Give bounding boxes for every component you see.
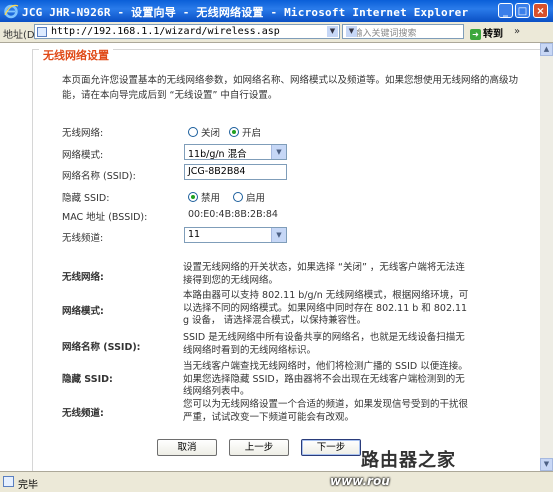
prev-step-button[interactable]: 上一步 — [229, 439, 289, 456]
page-content: 无线网络设置 本页面允许您设置基本的无线网络参数，如网络名称、网络模式以及频道等… — [0, 43, 540, 471]
minimize-button[interactable]: _ — [498, 3, 513, 18]
channel-value: 11 — [188, 229, 201, 240]
help-text-wireless: 设置无线网络的开关状态，如果选择 “关闭” ，无线客户端将无法连接得到您的无线网… — [183, 262, 465, 286]
address-input[interactable]: http://192.168.1.1/wizard/wireless.asp ▼ — [34, 24, 340, 39]
wireless-off-radio[interactable] — [188, 127, 198, 137]
help-label-hide-ssid: 隐藏 SSID: — [62, 374, 113, 385]
panel-title: 无线网络设置 — [39, 47, 113, 63]
watermark-cn: 路由器之家 — [361, 450, 456, 471]
help-text-ssid: SSID 是无线网络中所有设备共享的网络名，也就是无线设备扫描无线网络时看到的无… — [183, 332, 465, 356]
status-bar: 完毕 www.rou — [0, 471, 553, 492]
ie-logo-icon — [4, 4, 19, 19]
mac-label: MAC 地址 (BSSID): — [62, 212, 148, 223]
wireless-on-radio[interactable] — [229, 127, 239, 137]
scroll-up-icon[interactable]: ▲ — [540, 43, 553, 56]
page-icon — [37, 27, 47, 37]
wireless-on-label: 开启 — [242, 128, 262, 139]
channel-select[interactable]: 11 ▼ — [184, 227, 287, 243]
address-dropdown-icon[interactable]: ▼ — [327, 26, 338, 37]
help-label-ssid: 网络名称 (SSID): — [62, 342, 141, 353]
help-label-mode: 网络模式: — [62, 306, 104, 317]
ssid-label: 网络名称 (SSID): — [62, 171, 136, 182]
close-button[interactable]: × — [533, 3, 548, 18]
hide-ssid-enable-label: 启用 — [246, 193, 266, 204]
channel-label: 无线频道: — [62, 233, 104, 244]
help-text-channel: 您可以为无线网络设置一个合适的频道，如果发现信号受到的干扰很严重，试试改变一下频… — [183, 399, 469, 423]
ssid-input[interactable]: JCG-8B2B84 — [184, 164, 287, 180]
intro-text: 本页面允许您设置基本的无线网络参数，如网络名称、网络模式以及频道等。如果您想使用… — [62, 75, 519, 101]
window-title-bar: JCG JHR-N926R - 设置向导 - 无线网络设置 - Microsof… — [0, 0, 553, 22]
watermark: 路由器之家 — [353, 446, 456, 472]
address-url: http://192.168.1.1/wizard/wireless.asp — [51, 26, 280, 37]
next-step-button[interactable]: 下一步 — [301, 439, 361, 456]
go-button[interactable]: ➜ 转到 — [470, 25, 503, 40]
hide-ssid-enable-radio[interactable] — [233, 192, 243, 202]
mode-dropdown-icon: ▼ — [271, 145, 286, 159]
address-toolbar: 地址(D) http://192.168.1.1/wizard/wireless… — [0, 22, 553, 43]
help-label-channel: 无线频道: — [62, 408, 104, 419]
search-input[interactable]: ←输入关键词搜索 ▼ — [342, 24, 464, 39]
maximize-button[interactable]: □ — [515, 3, 530, 18]
search-dropdown-icon[interactable]: ▼ — [346, 26, 357, 37]
watermark-url: www.rou — [330, 474, 390, 488]
mode-select[interactable]: 11b/g/n 混合 ▼ — [184, 144, 287, 160]
go-arrow-icon: ➜ — [470, 29, 481, 40]
hide-ssid-disable-radio[interactable] — [188, 192, 198, 202]
mode-label: 网络模式: — [62, 150, 104, 161]
help-label-wireless: 无线网络: — [62, 272, 104, 283]
wireless-off-label: 关闭 — [201, 128, 221, 139]
mode-value: 11b/g/n 混合 — [188, 149, 247, 160]
ssid-value: JCG-8B2B84 — [188, 166, 246, 177]
channel-dropdown-icon: ▼ — [271, 228, 286, 242]
hide-ssid-disable-label: 禁用 — [201, 193, 221, 204]
hide-ssid-label: 隐藏 SSID: — [62, 193, 110, 204]
cancel-button[interactable]: 取消 — [157, 439, 217, 456]
vertical-scrollbar[interactable]: ▲ ▼ — [540, 43, 553, 471]
page-done-icon — [3, 476, 14, 487]
help-text-mode: 本路由器可以支持 802.11 b/g/n 无线网络模式，根据网络环境，可以选择… — [183, 290, 469, 326]
mac-value: 00:E0:4B:8B:2B:84 — [188, 209, 278, 220]
status-text: 完毕 — [18, 480, 38, 491]
go-label: 转到 — [483, 29, 503, 40]
wireless-label: 无线网络: — [62, 128, 104, 139]
help-text-hide-ssid: 当无线客户端查找无线网络时，他们将检测广播的 SSID 以便连接。如果您选择隐藏… — [183, 361, 468, 397]
links-chevron[interactable]: » — [514, 26, 520, 37]
scroll-down-icon[interactable]: ▼ — [540, 458, 553, 471]
window-title: JCG JHR-N926R - 设置向导 - 无线网络设置 - Microsof… — [22, 6, 469, 19]
